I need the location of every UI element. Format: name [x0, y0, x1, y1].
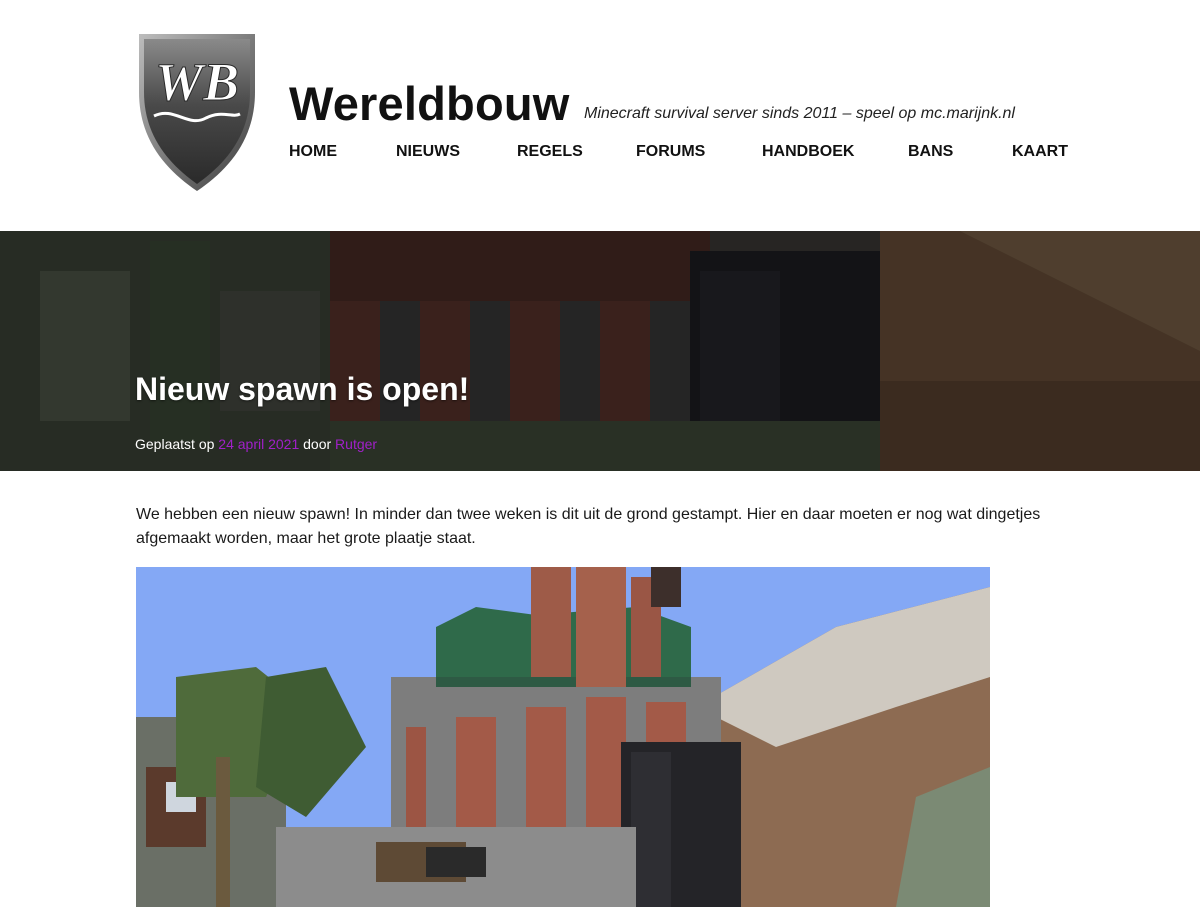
logo-monogram: WB — [155, 52, 239, 112]
post-meta: Geplaatst op 24 april 2021 door Rutger — [135, 435, 377, 453]
nav-forums[interactable]: FORUMS — [636, 142, 705, 162]
wb-shield-icon: WB — [139, 34, 255, 191]
post-body-text: We hebben een nieuw spawn! In minder dan… — [136, 506, 1041, 547]
main-nav: HOME NIEUWS REGELS FORUMS HANDBOEK BANS … — [289, 142, 1068, 164]
nav-nieuws[interactable]: NIEUWS — [396, 142, 460, 162]
nav-regels[interactable]: REGELS — [517, 142, 583, 162]
post-author-link[interactable]: Rutger — [335, 436, 377, 452]
nav-bans[interactable]: BANS — [908, 142, 953, 162]
nav-home[interactable]: HOME — [289, 142, 337, 162]
nav-kaart[interactable]: KAART — [1012, 142, 1068, 162]
post-image[interactable] — [136, 567, 990, 907]
post-header: Nieuw spawn is open! Geplaatst op 24 apr… — [135, 231, 1065, 471]
meta-by: door — [303, 436, 332, 452]
post-title[interactable]: Nieuw spawn is open! — [135, 367, 469, 411]
site-tagline: Minecraft survival server sinds 2011 – s… — [584, 105, 1015, 122]
nav-handboek[interactable]: HANDBOEK — [762, 142, 854, 162]
site-title[interactable]: Wereldbouw — [289, 76, 570, 132]
post-hero: Nieuw spawn is open! Geplaatst op 24 apr… — [0, 231, 1200, 471]
post-date-link[interactable]: 24 april 2021 — [218, 436, 299, 452]
post-content: We hebben een nieuw spawn! In minder dan… — [0, 471, 1200, 907]
meta-prefix: Geplaatst op — [135, 436, 215, 452]
site-logo[interactable]: WB — [136, 32, 258, 192]
site-header: WB Wereldbouw Minecraft survival server … — [0, 0, 1200, 231]
